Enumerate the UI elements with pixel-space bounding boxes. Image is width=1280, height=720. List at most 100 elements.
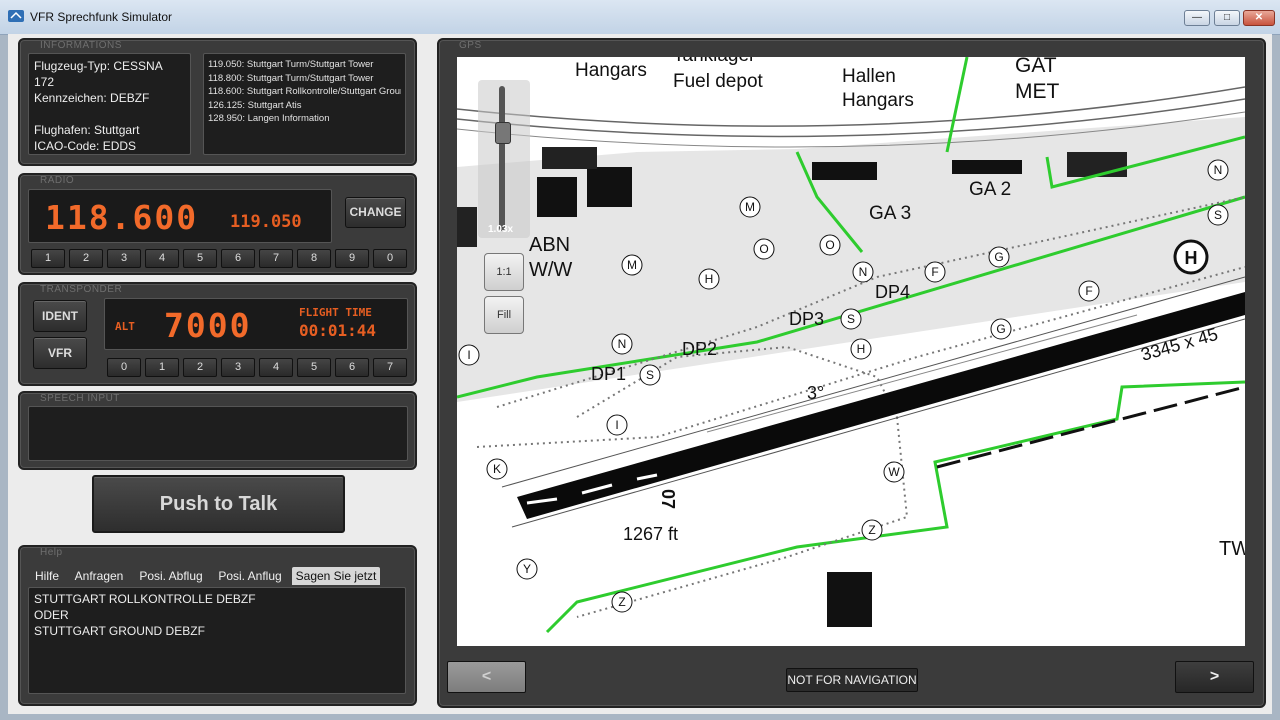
map-label-dp2: DP2: [682, 339, 717, 359]
standby-frequency: 119.050: [230, 212, 302, 232]
building: [457, 207, 477, 247]
transponder-key-4[interactable]: 4: [259, 358, 293, 377]
transponder-display: ALT 7000 FLIGHT TIME 00:01:44: [104, 298, 408, 350]
radio-key-0[interactable]: 0: [373, 249, 407, 268]
map-label-runway-number: 07: [658, 489, 678, 509]
aircraft-registration: Kennzeichen: DEBZF: [34, 91, 150, 105]
zoom-value: 1.03x: [488, 224, 514, 235]
hangar-block: [952, 160, 1022, 174]
gps-next-button[interactable]: >: [1175, 661, 1254, 693]
map-label-elevation: 1267 ft: [623, 524, 678, 544]
tab-anfragen[interactable]: Anfragen: [70, 567, 128, 585]
taxiway-marker-label: N: [859, 265, 868, 279]
radio-panel: RADIO 118.600 119.050 CHANGE 1 2 3 4 5 6…: [18, 173, 417, 275]
zoom-slider-track[interactable]: [499, 86, 505, 231]
maximize-button[interactable]: □: [1214, 10, 1240, 26]
building: [587, 167, 632, 207]
frequency-item: 126.125: Stuttgart Atis: [208, 99, 302, 111]
radio-key-1[interactable]: 1: [31, 249, 65, 268]
airport-map[interactable]: H M O O M H N F G N S S N F G S H I I K …: [457, 57, 1245, 646]
tab-posi-abflug[interactable]: Posi. Abflug: [135, 567, 207, 585]
radio-key-2[interactable]: 2: [69, 249, 103, 268]
aircraft-info-box: Flugzeug-Typ: CESSNA 172 Kennzeichen: DE…: [28, 53, 191, 155]
squawk-code: 7000: [164, 306, 252, 345]
taxiway-marker-label: I: [615, 418, 618, 432]
transponder-key-6[interactable]: 6: [335, 358, 369, 377]
radio-key-9[interactable]: 9: [335, 249, 369, 268]
radio-display: 118.600 119.050: [28, 189, 332, 243]
airport-icao: ICAO-Code: EDDS: [34, 139, 137, 153]
tab-hilfe[interactable]: Hilfe: [30, 567, 64, 585]
client-area: INFORMATIONS Flugzeug-Typ: CESSNA 172 Ke…: [8, 34, 1272, 714]
taxiway-marker-label: M: [745, 200, 755, 214]
vfr-button[interactable]: VFR: [33, 337, 87, 369]
building: [827, 572, 872, 627]
transponder-key-0[interactable]: 0: [107, 358, 141, 377]
transponder-title: TRANSPONDER: [40, 284, 123, 295]
map-label-dp1: DP1: [591, 364, 626, 384]
map-label-gat: GAT: [1015, 57, 1057, 77]
map-label-tanklager: Tanklager: [673, 57, 756, 66]
active-frequency: 118.600: [45, 198, 199, 237]
frequency-item: 118.800: Stuttgart Turm/Stuttgart Tower: [208, 72, 374, 84]
zoom-slider-handle[interactable]: [495, 122, 511, 144]
taxiway-marker-label: G: [996, 322, 1005, 336]
taxiway-marker-label: K: [493, 462, 501, 476]
building: [542, 147, 597, 169]
taxiway-marker-label: O: [759, 242, 768, 256]
radio-key-4[interactable]: 4: [145, 249, 179, 268]
map-label-met: MET: [1015, 80, 1060, 103]
app-icon: [8, 10, 24, 22]
transponder-key-1[interactable]: 1: [145, 358, 179, 377]
change-frequency-button[interactable]: CHANGE: [345, 197, 406, 228]
map-label-abn: ABN: [529, 234, 570, 256]
radio-title: RADIO: [40, 175, 75, 186]
map-label-tw: TW: [1219, 538, 1245, 560]
zoom-1-1-button[interactable]: 1:1: [484, 253, 524, 291]
gps-prev-button[interactable]: <: [447, 661, 526, 693]
help-line: ODER: [34, 608, 69, 622]
tab-sagen-sie-jetzt[interactable]: Sagen Sie jetzt: [292, 567, 380, 585]
frequency-item: 118.600: Stuttgart Rollkontrolle/Stuttga…: [208, 86, 401, 97]
taxiway-marker-label: F: [1085, 284, 1092, 298]
taxiway-marker-label: O: [825, 238, 834, 252]
speech-input-title: SPEECH INPUT: [40, 393, 120, 404]
airport-name: Flughafen: Stuttgart: [34, 123, 140, 137]
map-label-glide-angle: 3°: [807, 383, 824, 403]
tab-posi-anflug[interactable]: Posi. Anflug: [214, 567, 286, 585]
frequency-item: 119.050: Stuttgart Turm/Stuttgart Tower: [208, 59, 374, 70]
taxiway-marker-label: Y: [523, 562, 531, 576]
aircraft-type: Flugzeug-Typ: CESSNA 172: [34, 59, 163, 89]
radio-key-6[interactable]: 6: [221, 249, 255, 268]
map-label-fuel-depot: Fuel depot: [673, 71, 764, 92]
speech-input-panel: SPEECH INPUT: [18, 391, 417, 470]
taxiway-marker-label: N: [1214, 163, 1223, 177]
transponder-key-3[interactable]: 3: [221, 358, 255, 377]
radio-key-5[interactable]: 5: [183, 249, 217, 268]
radio-key-7[interactable]: 7: [259, 249, 293, 268]
taxi-line: [936, 385, 1245, 469]
taxiway-marker-label: I: [467, 348, 470, 362]
zoom-fill-button[interactable]: Fill: [484, 296, 524, 334]
map-label-ww: W/W: [529, 259, 572, 281]
taxiway-marker-label: G: [994, 250, 1003, 264]
transponder-key-2[interactable]: 2: [183, 358, 217, 377]
transponder-key-7[interactable]: 7: [373, 358, 407, 377]
map-label-hangars-2: Hangars: [842, 90, 914, 111]
map-label-dp3: DP3: [789, 309, 824, 329]
push-to-talk-button[interactable]: Push to Talk: [92, 475, 345, 533]
taxiway-marker-label: H: [857, 342, 866, 356]
map-label-hangars: Hangars: [575, 60, 647, 81]
minimize-button[interactable]: —: [1184, 10, 1210, 26]
transponder-key-5[interactable]: 5: [297, 358, 331, 377]
transponder-mode: ALT: [115, 320, 135, 333]
taxiway-marker-label: Z: [618, 595, 625, 609]
ident-button[interactable]: IDENT: [33, 300, 87, 332]
taxiway-marker-label: M: [627, 258, 637, 272]
help-line: STUTTGART ROLLKONTROLLE DEBZF: [34, 592, 256, 606]
radio-key-8[interactable]: 8: [297, 249, 331, 268]
close-button[interactable]: ✕: [1243, 10, 1275, 26]
gps-title: GPS: [459, 40, 482, 51]
map-label-ga2: GA 2: [969, 179, 1011, 200]
radio-key-3[interactable]: 3: [107, 249, 141, 268]
